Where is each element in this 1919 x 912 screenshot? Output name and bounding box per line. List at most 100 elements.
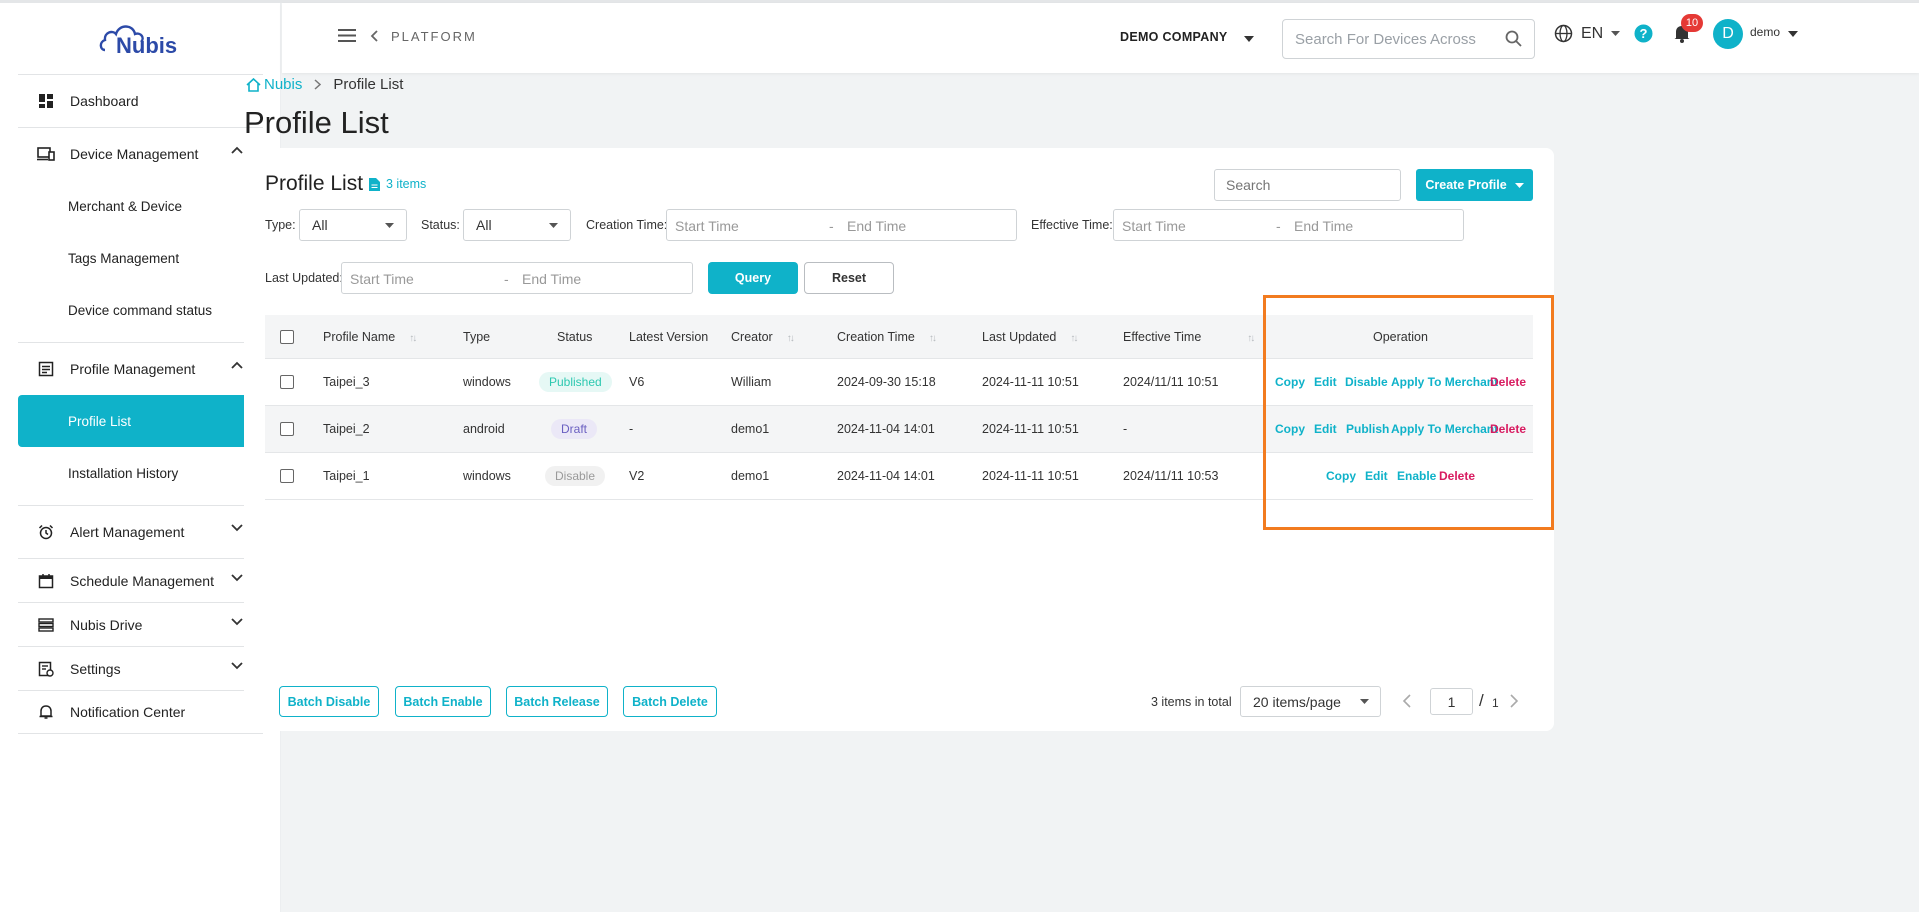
delete-link[interactable]: Delete [1439,469,1475,483]
latest-version: V6 [629,375,645,389]
apply-to-merchant-link[interactable]: Apply To Merchant [1391,422,1498,436]
range-separator: - [1276,218,1281,234]
disable-link[interactable]: Disable [1345,375,1388,389]
avatar[interactable]: D [1713,19,1743,49]
edit-link[interactable]: Edit [1314,422,1337,436]
language-label: EN [1581,24,1604,42]
menu-icon[interactable] [338,29,356,42]
edit-link[interactable]: Edit [1365,469,1388,483]
chevron-down-icon [231,618,243,626]
breadcrumb-home[interactable]: Nubis [246,76,302,93]
copy-link[interactable]: Copy [1275,375,1305,389]
page-size-select[interactable]: 20 items/page [1240,686,1381,717]
last-updated-range[interactable]: Start Time - End Time [341,262,693,294]
sidebar-item-profile-management[interactable]: Profile Management [18,342,263,395]
document-icon [369,177,380,191]
table-header: Profile Name ↑↓ Type Status Latest Versio… [265,315,1533,359]
publish-link[interactable]: Publish [1346,422,1389,436]
batch-enable-button[interactable]: Batch Enable [395,686,491,717]
copy-link[interactable]: Copy [1275,422,1305,436]
type-filter-select[interactable]: All [299,209,407,241]
table-row: Taipei_2 android Draft - demo1 2024-11-0… [265,406,1533,453]
batch-delete-button[interactable]: Batch Delete [623,686,717,717]
batch-release-button[interactable]: Batch Release [506,686,608,717]
col-profile-name[interactable]: Profile Name ↑↓ [323,330,417,344]
caret-down-icon[interactable] [1788,31,1798,37]
creator: demo1 [731,469,770,483]
effective-time-range[interactable]: Start Time - End Time [1113,209,1464,241]
sidebar-item-nubis-drive[interactable]: Nubis Drive [18,602,263,646]
sidebar-item-alert-management[interactable]: Alert Management [18,505,263,558]
status-filter-select[interactable]: All [463,209,571,241]
breadcrumb-current: Profile List [333,76,404,93]
sidebar-item-label: Nubis Drive [70,616,143,633]
chevron-left-icon[interactable] [370,30,378,42]
sidebar-item-schedule-management[interactable]: Schedule Management [18,558,263,602]
language-selector[interactable]: EN [1554,24,1621,43]
col-creation-time[interactable]: Creation Time ↑↓ [837,330,937,344]
next-page-icon[interactable] [1510,694,1519,708]
start-time-placeholder: Start Time [1122,218,1186,234]
select-all-checkbox[interactable] [280,329,294,344]
status-badge: Disable [545,466,606,486]
row-checkbox[interactable] [280,375,294,389]
latest-version: - [629,422,634,436]
col-creator[interactable]: Creator ↑↓ [731,330,795,344]
page-number-input[interactable] [1430,688,1473,715]
search-icon[interactable] [1505,30,1522,47]
sort-icon[interactable]: ↑↓ [1070,333,1078,344]
range-separator: - [504,271,509,287]
profile-search-input[interactable] [1214,169,1401,201]
sidebar-item-settings[interactable]: Settings [18,646,263,690]
sort-icon[interactable]: ↑↓ [1247,333,1255,344]
company-selector[interactable]: DEMO COMPANY [1120,30,1228,44]
username[interactable]: demo [1750,25,1780,39]
sort-icon[interactable]: ↑↓ [409,333,417,344]
copy-link[interactable]: Copy [1326,469,1356,483]
last-updated-label: Last Updated: [265,271,343,285]
end-time-placeholder: End Time [1294,218,1354,234]
nubis-logo[interactable]: Nubis [0,3,280,74]
creation-time-label: Creation Time: [586,218,668,232]
start-time-placeholder: Start Time [350,271,414,287]
end-time-placeholder: End Time [522,271,582,287]
creation-time-range[interactable]: Start Time - End Time [666,209,1017,241]
sidebar-item-device-management[interactable]: Device Management [18,127,263,180]
delete-link[interactable]: Delete [1490,422,1526,436]
caret-down-icon [385,223,394,228]
caret-down-icon[interactable] [1244,36,1254,42]
sidebar-item-installation-history[interactable]: Installation History [18,447,263,499]
sidebar-item-label: Settings [70,660,121,677]
help-icon[interactable]: ? [1634,24,1653,43]
col-effective-time[interactable]: Effective Time ↑↓ [1123,330,1255,344]
sidebar-item-tags-management[interactable]: Tags Management [18,232,263,284]
sort-icon[interactable]: ↑↓ [787,333,795,344]
status-badge: Published [539,372,612,392]
row-checkbox[interactable] [280,469,294,483]
sidebar-item-dashboard[interactable]: Dashboard [18,74,263,127]
create-profile-button[interactable]: Create Profile [1416,169,1533,201]
delete-link[interactable]: Delete [1490,375,1526,389]
sidebar-item-notification-center[interactable]: Notification Center [18,690,263,734]
sidebar-item-merchant-device[interactable]: Merchant & Device [18,180,263,232]
settings-icon [36,659,56,679]
sidebar-item-device-command-status[interactable]: Device command status [18,284,263,336]
dashboard-icon [36,91,56,111]
sidebar-item-profile-list[interactable]: Profile List [18,395,263,447]
query-button[interactable]: Query [708,262,798,294]
batch-disable-button[interactable]: Batch Disable [279,686,379,717]
prev-page-icon[interactable] [1402,694,1411,708]
sort-icon[interactable]: ↑↓ [929,333,937,344]
col-last-updated[interactable]: Last Updated ↑↓ [982,330,1078,344]
creation-time: 2024-11-04 14:01 [837,422,935,436]
platform-link[interactable]: PLATFORM [391,29,477,44]
device-search-input[interactable] [1283,20,1483,58]
edit-link[interactable]: Edit [1314,375,1337,389]
apply-to-merchant-link[interactable]: Apply To Merchant [1391,375,1498,389]
row-checkbox[interactable] [280,422,294,436]
latest-version: V2 [629,469,645,483]
reset-button[interactable]: Reset [804,262,894,294]
device-search [1282,19,1535,59]
enable-link[interactable]: Enable [1397,469,1436,483]
sidebar-item-label: Device Management [70,146,199,162]
